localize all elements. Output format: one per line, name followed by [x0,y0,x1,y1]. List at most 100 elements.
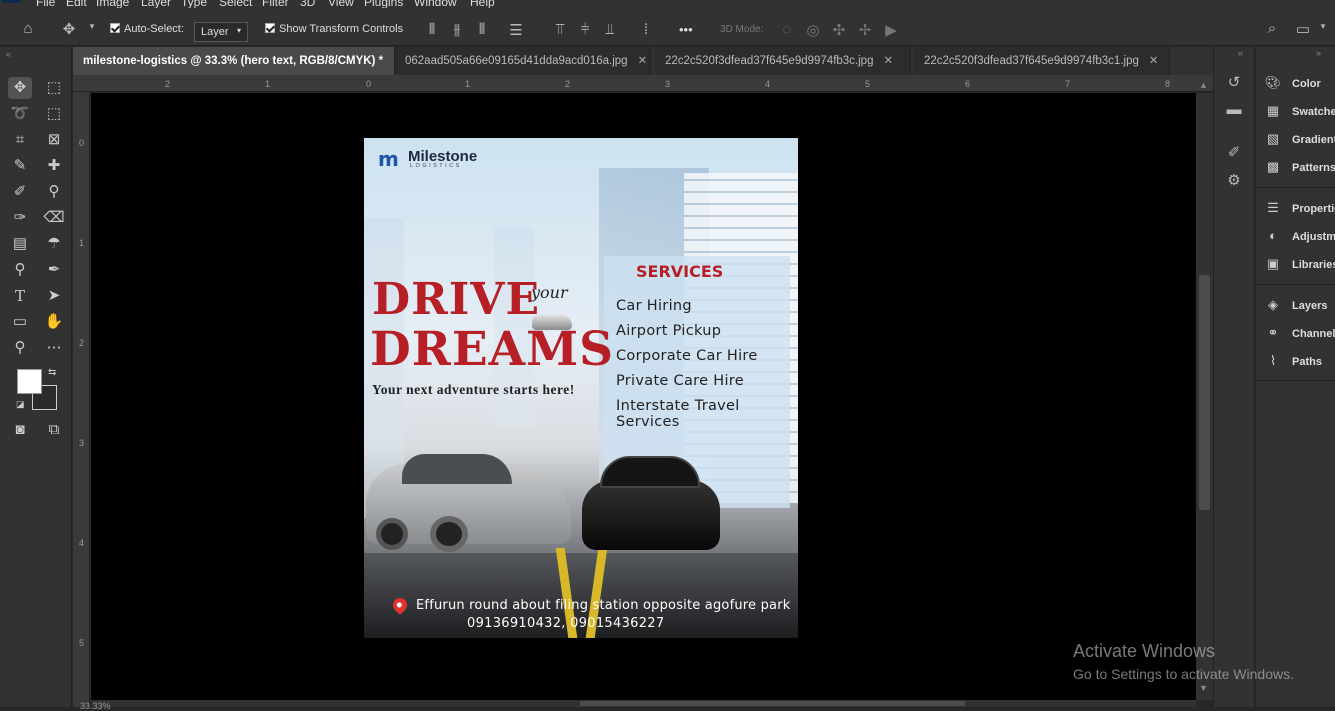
quick-mask-icon[interactable]: ◙ [8,419,32,441]
dodge-tool[interactable]: ⚲ [8,259,32,281]
menu-layer[interactable]: Layer [141,0,171,8]
type-tool[interactable]: T [8,285,32,307]
menu-3d[interactable]: 3D [300,0,315,8]
comments-panel-icon[interactable]: ▬ [1224,101,1244,118]
lasso-tool[interactable]: ➰ [8,103,32,125]
workspace-chevron-icon[interactable]: ▾ [1313,21,1333,32]
close-icon[interactable]: ✕ [1149,55,1159,67]
ruler-tick: 4 [79,538,85,548]
brush-settings-icon[interactable]: ✐ [1224,143,1244,161]
more-options-button[interactable]: ••• [679,22,693,37]
menu-type[interactable]: Type [181,0,207,8]
hand-tool[interactable]: ✋ [42,311,66,333]
3d-slide-icon[interactable]: ✢ [855,21,875,39]
panel-channels[interactable]: ⚭ Channels [1264,323,1335,343]
collapse-icon[interactable]: « [1238,48,1243,58]
more-tools-icon[interactable]: ⋯ [42,337,66,359]
vertical-scroll-thumb[interactable] [1199,275,1210,510]
auto-select-checkbox[interactable]: Auto-Select: [110,23,184,35]
menu-select[interactable]: Select [219,0,252,8]
headline-drive: DRIVE [372,274,540,325]
scroll-down-icon[interactable]: ▼ [1199,683,1208,693]
foreground-color-swatch-top[interactable] [17,369,42,394]
path-selection-tool[interactable]: ➤ [42,285,66,307]
history-panel-icon[interactable]: ↺ [1224,73,1244,91]
menu-view[interactable]: View [328,0,354,8]
align-top-icon[interactable]: ⫪ [550,21,570,38]
align-bottom-icon[interactable]: ⫫ [600,21,620,38]
gradient-tool[interactable]: ▤ [8,233,32,255]
tab-22c2c520[interactable]: 22c2c520f3dfead37f645e9d9974fb3c.jpg ✕ [655,47,911,75]
3d-scale-icon[interactable]: ▶ [881,21,901,39]
swap-colors-icon[interactable]: ⇆ [48,367,56,378]
collapse-icon[interactable]: « [6,49,11,59]
3d-roll-icon[interactable]: ◎ [803,21,823,39]
services-title: SERVICES [636,262,724,281]
rectangle-tool[interactable]: ▭ [8,311,32,333]
menu-edit[interactable]: Edit [66,0,87,8]
panel-gradients[interactable]: ▧ Gradients [1264,129,1335,149]
clone-stamp-tool[interactable]: ⚲ [42,181,66,203]
menu-image[interactable]: Image [96,0,129,8]
auto-select-dropdown[interactable]: Layer ▾ [194,22,248,42]
pen-tool[interactable]: ✒ [42,259,66,281]
align-right-icon[interactable]: ⫴ [472,21,492,38]
frame-tool[interactable]: ⊠ [42,129,66,151]
eraser-tool[interactable]: ⌫ [42,207,66,229]
marquee-tool[interactable]: ⬚ [42,77,66,99]
blur-tool[interactable]: ☂ [42,233,66,255]
show-transform-checkbox[interactable]: Show Transform Controls [265,23,403,35]
move-tool[interactable]: ✥ [8,77,32,99]
menu-filter[interactable]: Filter [262,0,289,8]
menu-window[interactable]: Window [414,0,457,8]
menu-plugins[interactable]: Plugins [364,0,403,8]
default-colors-icon[interactable]: ◪ [16,399,25,410]
history-brush-tool[interactable]: ✑ [8,207,32,229]
object-select-tool[interactable]: ⬚ [42,103,66,125]
distribute-icon[interactable]: ☰ [506,21,526,39]
screen-mode-icon[interactable]: ⧉ [42,419,66,441]
home-icon[interactable]: ⌂ [18,20,38,37]
panel-swatches[interactable]: ▦ Swatches [1264,101,1335,121]
ruler-tick: 2 [165,79,171,89]
panel-paths[interactable]: ⌇ Paths [1264,351,1322,371]
move-tool-icon[interactable]: ✥ [59,20,79,38]
zoom-tool[interactable]: ⚲ [8,337,32,359]
healing-brush-tool[interactable]: ✚ [42,155,66,177]
eyedropper-tool[interactable]: ✎ [8,155,32,177]
brush-tool[interactable]: ✐ [8,181,32,203]
distribute-vertical-icon[interactable]: ⦙ [636,21,656,38]
pattern-icon: ▩ [1266,159,1280,174]
3d-orbit-icon[interactable]: ◌ [777,21,797,38]
tool-presets-icon[interactable]: ⚙ [1224,171,1244,189]
panel-adjustments[interactable]: ◐ Adjustments [1264,226,1335,246]
panel-color[interactable]: 🎨︎ Color [1264,73,1321,93]
tab-22c2c520-1[interactable]: 22c2c520f3dfead37f645e9d9974fb3c1.jpg ✕ [914,47,1170,75]
panel-properties[interactable]: ☰ Properties [1264,198,1335,218]
expand-icon[interactable]: » [1316,48,1321,58]
menu-help[interactable]: Help [470,0,495,8]
horizontal-scroll-thumb[interactable] [580,701,965,706]
document-poster[interactable]: m Milestone LOGISTICS DRIVE your DREAMS … [364,138,798,638]
close-icon[interactable]: ✕ [638,55,648,67]
tab-062aad[interactable]: 062aad505a66e09165d41dda9acd016a.jpg ✕ [395,47,651,75]
address-text: Effurun round about filing station oppos… [416,598,791,613]
search-icon[interactable]: ⌕ [1262,20,1282,37]
align-left-icon[interactable]: ⫴ [422,21,442,38]
panel-libraries[interactable]: ▣ Libraries [1264,254,1335,274]
chevron-down-icon[interactable]: ▾ [82,21,102,32]
tab-label: 22c2c520f3dfead37f645e9d9974fb3c.jpg [665,55,874,67]
workspace-icon[interactable]: ▭ [1293,20,1313,38]
3d-pan-icon[interactable]: ✣ [829,21,849,39]
scroll-up-icon[interactable]: ▲ [1199,80,1208,90]
panel-layers[interactable]: ◈ Layers [1264,295,1327,315]
panel-patterns[interactable]: ▩ Patterns [1264,157,1335,177]
ruler-tick: 0 [79,138,85,148]
align-center-icon[interactable]: ⫵ [447,21,467,38]
phone-numbers: 09136910432, 09015436227 [467,616,665,631]
tab-milestone-logistics[interactable]: milestone-logistics @ 33.3% (hero text, … [73,47,395,75]
close-icon[interactable]: ✕ [883,55,893,67]
menu-file[interactable]: File [36,0,55,8]
align-middle-icon[interactable]: ⫩ [575,21,595,38]
crop-tool[interactable]: ⌗ [8,129,32,151]
